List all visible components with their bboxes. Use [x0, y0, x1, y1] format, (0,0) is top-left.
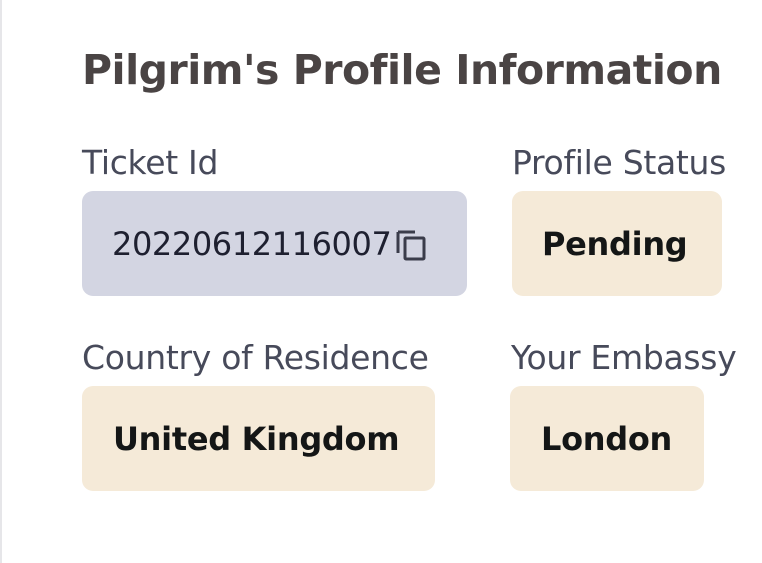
profile-status-value: Pending — [542, 224, 688, 263]
left-divider — [0, 0, 2, 563]
profile-status-label: Profile Status — [512, 143, 727, 182]
embassy-field: London — [510, 386, 704, 491]
embassy-value: London — [541, 419, 673, 458]
ticket-id-label: Ticket Id — [82, 143, 219, 182]
profile-status-badge: Pending — [512, 191, 722, 296]
country-of-residence-value: United Kingdom — [113, 419, 400, 458]
ticket-id-field: 20220612116007 — [82, 191, 467, 296]
copy-icon[interactable] — [395, 227, 429, 261]
country-of-residence-label: Country of Residence — [82, 338, 429, 377]
ticket-id-value: 20220612116007 — [112, 224, 392, 263]
country-of-residence-field: United Kingdom — [82, 386, 435, 491]
embassy-label: Your Embassy — [511, 338, 737, 377]
profile-info-panel: Pilgrim's Profile Information Ticket Id … — [0, 0, 762, 563]
section-title: Pilgrim's Profile Information — [82, 46, 722, 94]
